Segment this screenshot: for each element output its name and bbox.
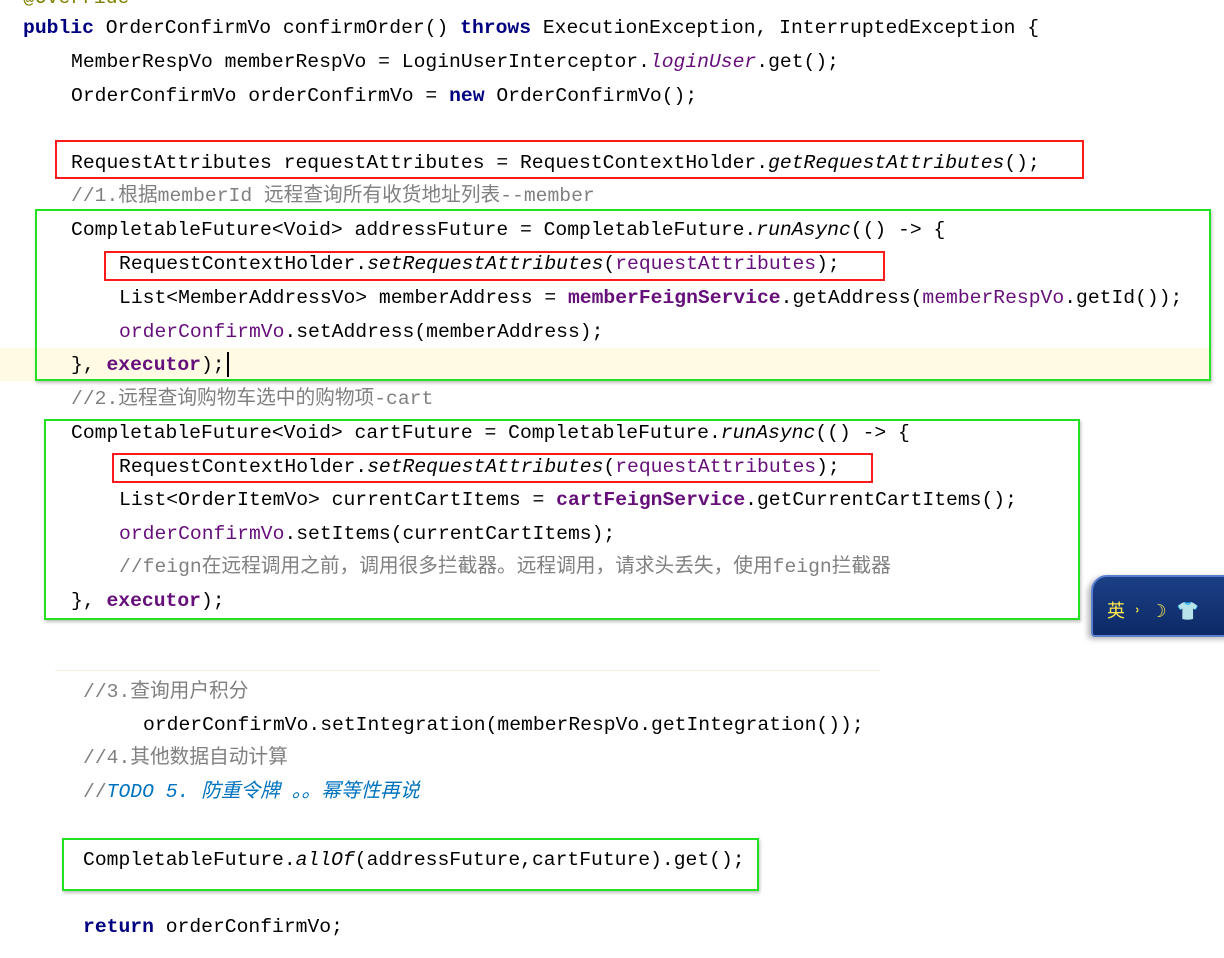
code-line[interactable]: //TODO 5. 防重令牌 。。幂等性再说 [83, 780, 420, 804]
code-token: OrderConfirmVo orderConfirmVo = [71, 85, 450, 107]
code-line[interactable]: //3.查询用户积分 [83, 680, 248, 704]
code-line[interactable]: //1.根据memberId 远程查询所有收货地址列表--member [71, 184, 595, 208]
divider [55, 670, 880, 671]
red-highlight-box [112, 453, 873, 483]
red-highlight-box [104, 251, 885, 281]
code-line[interactable]: orderConfirmVo.setIntegration(memberResp… [143, 713, 864, 737]
code-token: new [449, 85, 485, 107]
green-highlight-box [35, 209, 1211, 381]
code-token: OrderConfirmVo(); [484, 85, 698, 107]
code-token: ExecutionException, InterruptedException… [531, 17, 1040, 39]
code-token: loginUser [649, 51, 757, 73]
code-token: //4.其他数据自动计算 [83, 747, 288, 769]
code-line[interactable]: @Override [23, 0, 129, 10]
code-line[interactable]: return orderConfirmVo; [83, 915, 343, 939]
code-token: orderConfirmVo.setIntegration(memberResp… [143, 714, 864, 736]
shirt-icon[interactable]: 👕 [1177, 601, 1199, 622]
code-token: .get(); [756, 51, 839, 73]
code-token: //1.根据memberId 远程查询所有收货地址列表--member [71, 185, 595, 207]
ime-toolbar[interactable]: 英 ˒ ☽ 👕 [1091, 575, 1224, 637]
red-highlight-box [55, 140, 1084, 179]
code-token: public [23, 17, 94, 39]
code-line[interactable]: //4.其他数据自动计算 [83, 746, 288, 770]
moon-icon[interactable]: ☽ [1151, 601, 1167, 622]
code-line[interactable]: //2.远程查询购物车选中的购物项-cart [71, 387, 433, 411]
code-token: return [83, 916, 154, 938]
code-token: orderConfirmVo; [153, 916, 343, 938]
punctuation-icon[interactable]: ˒ [1135, 601, 1141, 622]
green-highlight-box [44, 419, 1080, 620]
code-token: MemberRespVo memberRespVo = LoginUserInt… [71, 51, 650, 73]
code-token: //2.远程查询购物车选中的购物项-cart [71, 388, 434, 410]
code-token: TODO 5. 防重令牌 。。幂等性再说 [106, 781, 420, 803]
code-line[interactable]: MemberRespVo memberRespVo = LoginUserInt… [71, 50, 839, 74]
code-line[interactable]: OrderConfirmVo orderConfirmVo = new Orde… [71, 84, 697, 108]
code-token: //3.查询用户积分 [83, 681, 249, 703]
ime-language-label[interactable]: 英 [1107, 601, 1125, 622]
code-line[interactable]: public OrderConfirmVo confirmOrder() thr… [23, 16, 1039, 40]
code-token: // [83, 781, 107, 803]
code-token: OrderConfirmVo confirmOrder() [93, 17, 461, 39]
code-token: throws [460, 17, 532, 39]
code-token: @Override [23, 0, 129, 9]
green-highlight-box [62, 838, 759, 891]
